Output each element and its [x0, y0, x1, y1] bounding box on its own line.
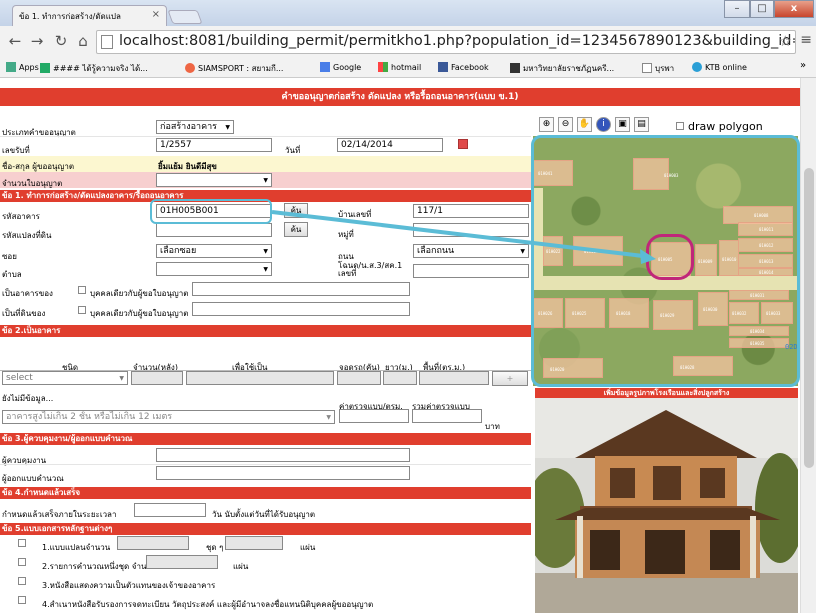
browser-titlebar: ข้อ 1. ทำการก่อสร้าง/ดัดแปล × – □ x: [0, 0, 816, 26]
back-icon[interactable]: ←: [6, 32, 24, 50]
close-window-button[interactable]: x: [774, 0, 814, 18]
url-text: localhost:8081/building_permit/permitkho…: [119, 33, 795, 49]
bookmark-item[interactable]: SIAMSPORT : สยามกี...: [185, 62, 283, 75]
photo-caption: เพิ่มข้อมูลรูปภาพโรงเรือนและสิ่งปลูกสร้า…: [535, 388, 798, 398]
close-tab-icon[interactable]: ×: [152, 9, 160, 20]
bookmarks-bar: Apps #### ได้รู้ความจริง ได้... SIAMSPOR…: [0, 58, 816, 78]
apps-icon: [6, 62, 16, 72]
reload-icon[interactable]: ↻: [52, 32, 70, 50]
scrollbar-thumb[interactable]: [804, 168, 814, 468]
menu-icon[interactable]: ≡: [800, 32, 812, 48]
facebook-icon: [438, 62, 448, 72]
forward-icon[interactable]: →: [28, 32, 46, 50]
maximize-button[interactable]: □: [750, 0, 774, 18]
page-icon: [101, 35, 113, 49]
bookmark-hotmail[interactable]: hotmail: [378, 62, 421, 72]
bookmark-facebook[interactable]: Facebook: [438, 62, 489, 72]
ktb-icon: [692, 62, 702, 72]
address-bar[interactable]: localhost:8081/building_permit/permitkho…: [96, 30, 796, 54]
page-icon: [642, 63, 652, 73]
building-photo[interactable]: [535, 398, 798, 613]
hotmail-icon: [378, 62, 388, 72]
bookmark-google[interactable]: Google: [320, 62, 361, 72]
browser-tab[interactable]: ข้อ 1. ทำการก่อสร้าง/ดัดแปล ×: [12, 5, 167, 26]
page-scrollbar[interactable]: [800, 78, 816, 613]
browser-toolbar: ← → ↻ ⌂ localhost:8081/building_permit/p…: [0, 26, 816, 58]
home-icon[interactable]: ⌂: [74, 32, 92, 50]
more-bookmarks-icon[interactable]: »: [800, 60, 806, 71]
bookmark-item[interactable]: บุรพา: [642, 62, 674, 75]
bookmark-icon: [185, 63, 195, 73]
tab-title: ข้อ 1. ทำการก่อสร้าง/ดัดแปล: [19, 12, 121, 21]
google-icon: [320, 62, 330, 72]
bookmark-icon: [40, 63, 50, 73]
bookmark-item[interactable]: KTB online: [692, 62, 747, 72]
bookmark-item[interactable]: #### ได้รู้ความจริง ได้...: [40, 62, 148, 75]
bookmark-star-icon[interactable]: ☆: [779, 32, 792, 50]
new-tab-button[interactable]: [167, 10, 203, 24]
page-content: คำขออนุญาตก่อสร้าง ดัดแปลง หรือรื้อถอนอา…: [0, 78, 816, 613]
bookmark-apps[interactable]: Apps: [6, 62, 39, 72]
bookmark-icon: [510, 63, 520, 73]
bookmark-item[interactable]: มหาวิทยาลัยราชภัฏนครี...: [510, 62, 614, 75]
minimize-button[interactable]: –: [724, 0, 750, 18]
